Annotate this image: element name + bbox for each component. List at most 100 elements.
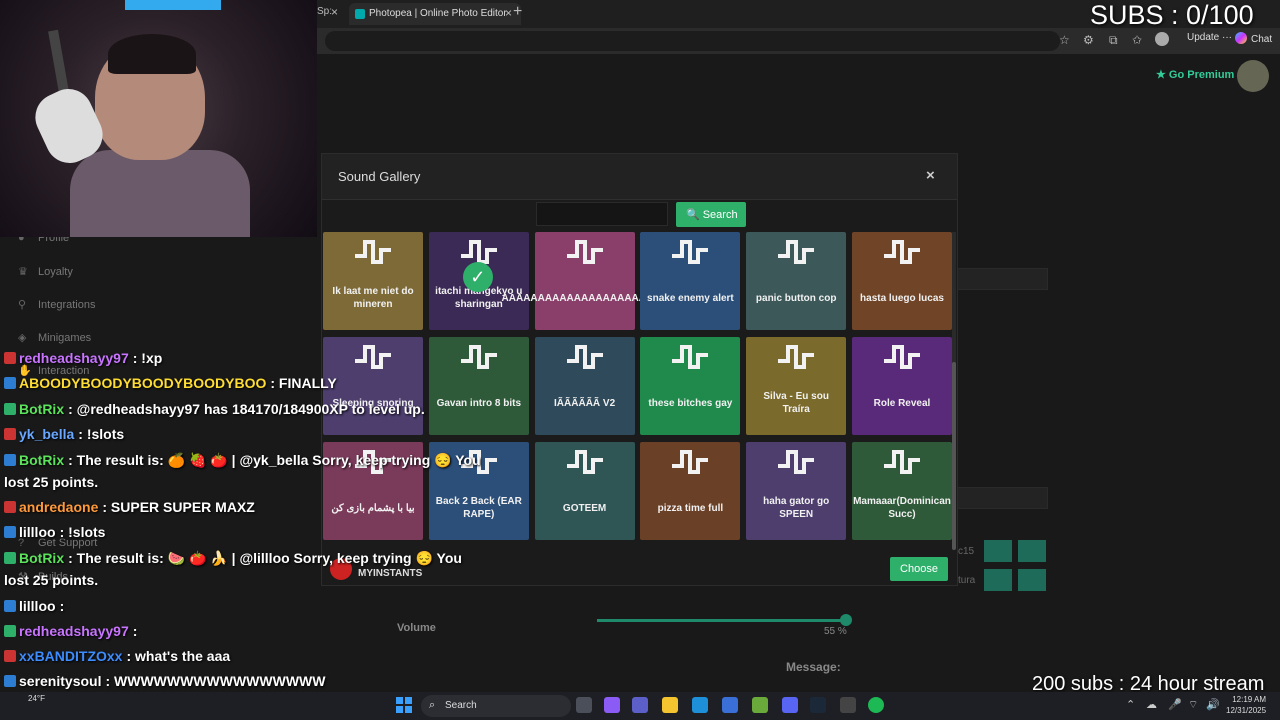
start-button-icon[interactable] [396, 697, 412, 713]
favorite-star-icon[interactable]: ☆ [1059, 33, 1070, 47]
steam-icon[interactable] [810, 697, 826, 713]
sidebar-item-integrations[interactable]: ⚲ Integrations [18, 298, 95, 311]
url-input[interactable] [325, 31, 1060, 51]
search-input[interactable] [536, 202, 668, 226]
tab-close-icon[interactable]: × [505, 6, 512, 20]
chat-badge-icon [4, 377, 16, 389]
sound-tile[interactable]: haha gator go SPEEN [746, 442, 847, 540]
scrollbar-thumb[interactable] [952, 362, 956, 550]
led-light [125, 0, 221, 10]
tab-photopea[interactable]: Photopea | Online Photo Editor × [349, 3, 521, 25]
sound-tile[interactable]: pizza time full [640, 442, 741, 540]
chat-username[interactable]: xxBANDITZOxx [19, 648, 122, 664]
weather-widget[interactable]: 24°F [28, 694, 45, 703]
extensions-icon[interactable]: ⚙ [1083, 33, 1094, 47]
taskbar-search[interactable]: ⌕ Search [421, 695, 571, 717]
chat-username[interactable]: serenitysoul [19, 673, 101, 689]
copilot-chat-button[interactable]: Chat [1235, 32, 1272, 45]
sound-tile[interactable]: panic button cop [746, 232, 847, 330]
sound-tile[interactable]: Gavan intro 8 bits [428, 337, 529, 435]
sound-tile[interactable]: Role Reveal [852, 337, 952, 435]
gallery-button-1[interactable] [1018, 540, 1046, 562]
chat-username[interactable]: ABOODYBOODYBOODYBOODYBOO [19, 375, 266, 391]
volume-icon[interactable]: 🔊 [1206, 698, 1220, 711]
sound-tile[interactable]: Ik laat me niet do mineren [323, 232, 423, 330]
tab-previous-close-icon[interactable]: × [331, 5, 338, 19]
sidebar-item-loyalty[interactable]: ♛ Loyalty [18, 265, 73, 278]
file-explorer-icon[interactable] [662, 697, 678, 713]
sound-tile[interactable]: AAAAAAAAAAAAAAAAAAAAAAA [502, 232, 668, 330]
chat-badge-icon [4, 625, 16, 637]
sound-tile-label: Mamaaar(Dominican Succ) [853, 496, 951, 520]
store-icon[interactable] [722, 697, 738, 713]
tray-chevron-icon[interactable]: ⌃ [1126, 698, 1135, 711]
bg-row-text-1: c15 [958, 546, 975, 557]
teams-icon[interactable] [632, 697, 648, 713]
sound-tile[interactable]: GOTEEM [534, 442, 635, 540]
edge-icon[interactable] [692, 697, 708, 713]
sound-tile[interactable]: these bitches gay [640, 337, 741, 435]
chat-label: Chat [1251, 34, 1273, 45]
split-screen-icon[interactable]: ⧉ [1109, 33, 1118, 48]
chat-message: redheadshayy97: !xp [4, 350, 162, 366]
chat-text: : [132, 623, 138, 639]
chat-badge-icon [4, 454, 16, 466]
volume-slider-handle[interactable] [840, 614, 852, 626]
sound-tile[interactable]: Mamaaar(Dominican Succ) [852, 442, 952, 540]
chat-text: : !slots [59, 524, 106, 540]
update-button[interactable]: Update ··· [1187, 32, 1232, 43]
obs-icon[interactable] [840, 697, 856, 713]
spotify-icon[interactable] [868, 697, 884, 713]
copilot-icon [1235, 32, 1247, 44]
chat-username[interactable]: BotRix [19, 452, 64, 468]
gamepad-icon: ◈ [18, 332, 27, 344]
search-icon: 🔍 [686, 209, 700, 221]
mic-icon[interactable]: 🎤 [1168, 698, 1182, 711]
sidebar-item-minigames[interactable]: ◈ Minigames [18, 331, 91, 344]
chat-message: serenitysoul: WWWWWWWWWWWWWWWW [4, 673, 325, 689]
chat-username[interactable]: redheadshayy97 [19, 623, 129, 639]
choose-button[interactable]: Choose [890, 557, 948, 581]
copilot-app-icon[interactable] [604, 697, 620, 713]
chat-username[interactable]: redheadshayy97 [19, 350, 129, 366]
tab-previous[interactable]: Sp: [317, 6, 332, 17]
chat-message: BotRix: The result is: 🍊 🍓 🍅 | @yk_bella… [4, 452, 481, 469]
volume-slider-track[interactable] [597, 619, 847, 622]
sound-tile[interactable]: IÃÃÃÃÃÃ V2 [534, 337, 635, 435]
sound-tile[interactable]: snake enemy alert [640, 232, 741, 330]
crown-icon: ♛ [18, 266, 28, 278]
chat-badge-icon [4, 675, 16, 687]
sound-tile[interactable]: Sleeping snoring [323, 337, 423, 435]
upload-button-2[interactable] [984, 569, 1012, 591]
discord-icon[interactable] [782, 697, 798, 713]
minecraft-icon[interactable] [752, 697, 768, 713]
sound-tile[interactable]: Silva - Eu sou Traíra [746, 337, 847, 435]
gallery-button-2[interactable] [1018, 569, 1046, 591]
sound-tile-label: pizza time full [657, 502, 724, 514]
new-tab-button[interactable]: + [513, 3, 522, 21]
chat-username[interactable]: lillloo [19, 598, 56, 614]
chat-username[interactable]: lillloo [19, 524, 56, 540]
sound-tile[interactable]: hasta luego lucas [852, 232, 952, 330]
chat-username[interactable]: andredaone [19, 499, 98, 515]
sound-wave-icon [353, 343, 393, 373]
cloud-icon[interactable]: ☁ [1146, 698, 1157, 711]
sound-tile-label: snake enemy alert [647, 292, 734, 304]
user-avatar[interactable] [1237, 60, 1269, 92]
search-button[interactable]: 🔍 Search [676, 202, 746, 227]
close-icon[interactable]: × [926, 167, 935, 184]
go-premium-link[interactable]: ★ Go Premium [1156, 68, 1234, 81]
chat-username[interactable]: BotRix [19, 401, 64, 417]
go-premium-label: Go Premium [1168, 69, 1235, 81]
profile-avatar[interactable] [1155, 32, 1169, 46]
chat-username[interactable]: yk_bella [19, 426, 74, 442]
task-view-icon[interactable] [576, 697, 592, 713]
favorites-icon[interactable]: ✩ [1132, 33, 1142, 47]
search-icon: ⌕ [429, 699, 436, 711]
upload-button-1[interactable] [984, 540, 1012, 562]
sound-tile[interactable]: itachi mangekyo u sharingan ✓ [428, 232, 529, 330]
system-clock[interactable]: 12:19 AM 12/31/2025 [1226, 694, 1266, 716]
wifi-icon[interactable]: ⌔ [1188, 698, 1198, 712]
chat-username[interactable]: BotRix [19, 550, 64, 566]
chat-badge-icon [4, 650, 16, 662]
